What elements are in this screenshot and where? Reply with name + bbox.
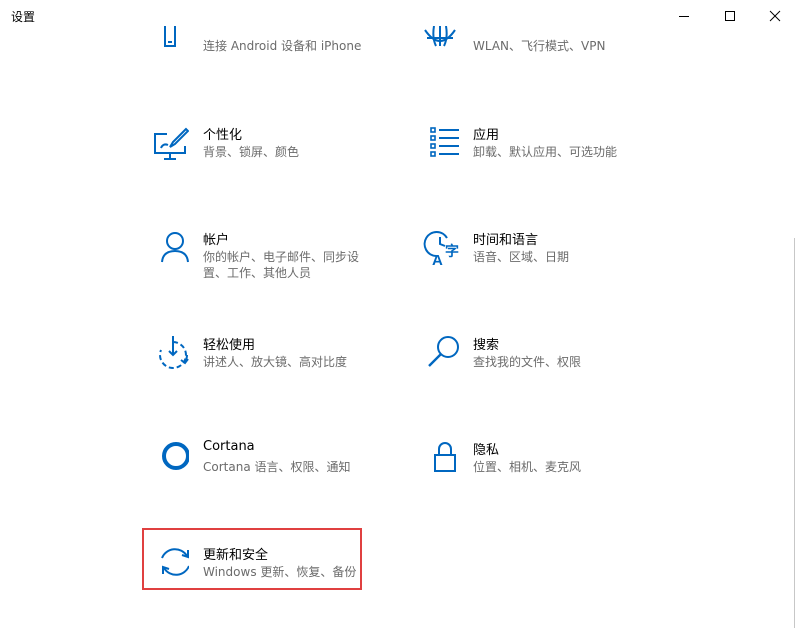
ease-of-access-icon [159,336,189,369]
tile-privacy-desc: 位置、相机、麦克风 [473,460,582,474]
tile-apps-desc: 卸载、默认应用、可选功能 [473,145,618,159]
tile-network-desc: WLAN、飞行模式、VPN [473,39,606,53]
tile-time-language-name: 时间和语言 [473,233,539,248]
phone-icon [164,26,176,47]
time-language-icon: A 字 [423,231,459,269]
tile-search[interactable]: 搜索 查找我的文件、权限 [413,332,643,392]
tile-accounts-desc-line1: 你的帐户、电子邮件、同步设 [203,250,360,264]
tile-phone-desc: 连接 Android 设备和 iPhone [203,39,362,53]
tile-ease-of-access[interactable]: 轻松使用 讲述人、放大镜、高对比度 [143,332,373,392]
cortana-icon [162,442,189,470]
tile-apps[interactable]: 应用 卸载、默认应用、可选功能 [413,122,643,182]
tile-accounts-name: 帐户 [203,233,230,248]
tile-cortana-desc: Cortana 语言、权限、通知 [203,460,351,474]
tile-phone[interactable]: 连接 Android 设备和 iPhone [143,24,373,84]
globe-icon [424,26,456,47]
person-icon [161,232,189,263]
tile-network[interactable]: WLAN、飞行模式、VPN [413,24,643,84]
tile-search-desc: 查找我的文件、权限 [473,355,582,369]
tile-personalization-name: 个性化 [203,128,243,143]
tile-time-language[interactable]: A 字 时间和语言 语音、区域、日期 [413,227,643,287]
tile-time-language-desc: 语音、区域、日期 [473,250,570,264]
svg-text:A: A [432,252,443,269]
tile-ease-of-access-desc: 讲述人、放大镜、高对比度 [203,355,348,369]
tile-personalization-desc: 背景、锁屏、颜色 [203,145,300,159]
app-list-icon [430,127,459,157]
search-icon [428,336,459,367]
tile-search-name: 搜索 [473,338,500,353]
paintbrush-monitor-icon [154,127,189,160]
tile-cortana[interactable]: Cortana Cortana 语言、权限、通知 [143,437,373,497]
tile-personalization[interactable]: 个性化 背景、锁屏、颜色 [143,122,373,182]
tile-apps-name: 应用 [473,128,500,143]
tile-privacy[interactable]: 隐私 位置、相机、麦克风 [413,437,643,497]
tile-privacy-name: 隐私 [473,443,500,458]
lock-icon [434,442,456,472]
highlight-box [142,528,362,590]
tile-accounts-desc-line2: 置、工作、其他人员 [203,266,312,280]
tile-ease-of-access-name: 轻松使用 [203,338,256,353]
tile-cortana-name: Cortana [203,439,255,454]
settings-content: 连接 Android 设备和 iPhone WLAN、飞行模式、VPN 个性化 … [0,0,795,628]
svg-text:字: 字 [445,243,459,260]
tile-accounts[interactable]: 帐户 你的帐户、电子邮件、同步设 置、工作、其他人员 [143,227,373,287]
